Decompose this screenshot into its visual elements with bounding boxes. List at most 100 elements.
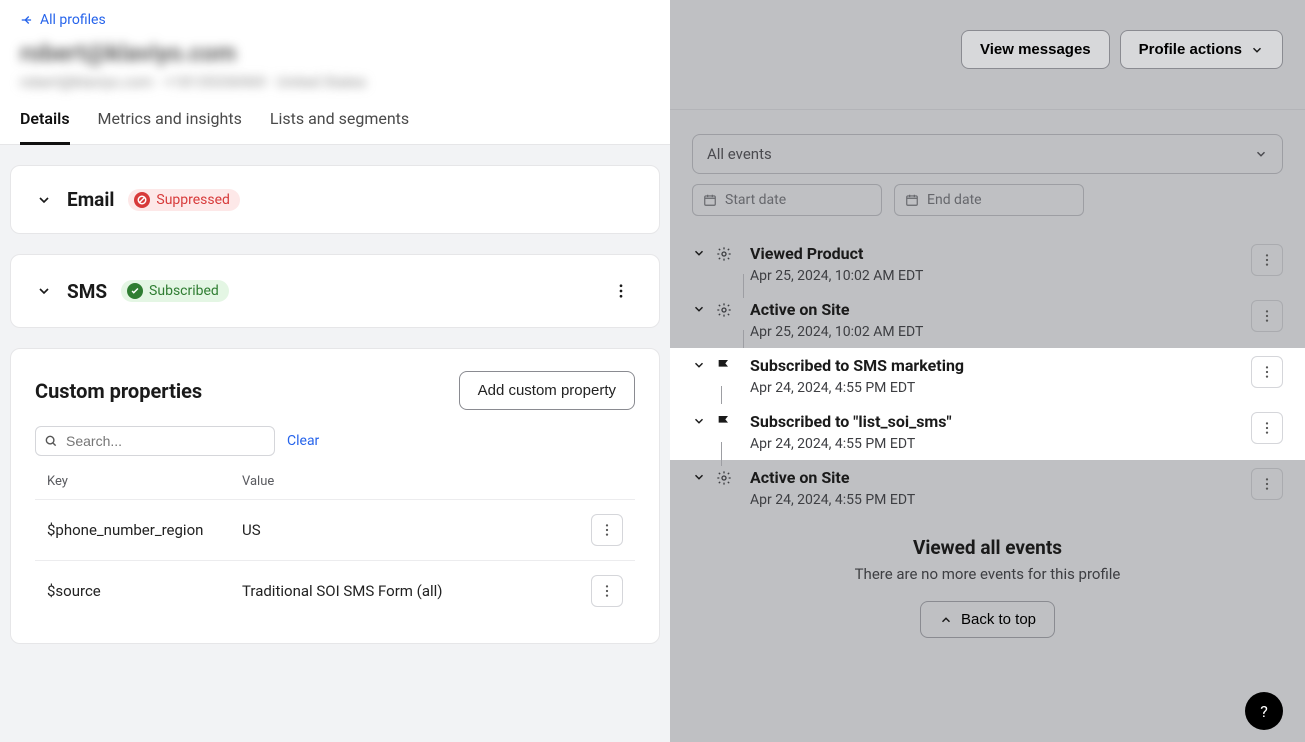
event-type-icon [716, 246, 732, 262]
events-end-title: Viewed all events [692, 536, 1283, 559]
event-timestamp: Apr 25, 2024, 10:02 AM EDT [750, 324, 1251, 340]
tab-lists[interactable]: Lists and segments [270, 109, 409, 145]
event-collapse-toggle[interactable] [692, 246, 706, 260]
email-channel-label: Email [67, 188, 114, 211]
event-more-button[interactable] [1251, 468, 1283, 500]
custom-properties-card: Custom properties Add custom property Cl… [10, 348, 660, 644]
flag-icon [716, 414, 732, 430]
event-collapse-toggle[interactable] [692, 414, 706, 428]
gear-icon [716, 470, 732, 486]
chevron-up-icon [939, 613, 953, 627]
event-filter-dropdown[interactable]: All events [692, 134, 1283, 174]
event-collapse-toggle[interactable] [692, 302, 706, 316]
tab-details[interactable]: Details [20, 109, 70, 145]
event-type-icon [716, 470, 732, 486]
event-row: Active on Site Apr 25, 2024, 10:02 AM EDT [692, 292, 1283, 348]
chevron-down-icon [36, 192, 52, 208]
back-to-top-button[interactable]: Back to top [920, 601, 1055, 638]
dots-vertical-icon [1259, 308, 1275, 324]
event-row: Active on Site Apr 24, 2024, 4:55 PM EDT [692, 460, 1283, 516]
event-title: Viewed Product [750, 242, 1251, 266]
calendar-icon [703, 193, 717, 207]
property-row-more-button[interactable] [591, 575, 623, 607]
event-title: Active on Site [750, 298, 1251, 322]
event-type-icon [716, 302, 732, 318]
property-key: $phone_number_region [47, 521, 242, 539]
end-date-input[interactable]: End date [894, 184, 1084, 216]
chevron-down-icon [692, 358, 706, 372]
sms-status-badge: Subscribed [121, 280, 229, 302]
suppressed-icon [134, 192, 150, 208]
custom-property-search-input[interactable] [64, 432, 266, 450]
profile-subtitle: robert@klaviyo.com · +18135336969 · Unit… [20, 73, 650, 91]
sms-channel-label: SMS [67, 280, 107, 303]
flag-icon [716, 358, 732, 374]
event-row: Subscribed to "list_soi_sms" Apr 24, 2024… [670, 404, 1305, 460]
profile-actions-button[interactable]: Profile actions [1120, 30, 1283, 69]
email-channel-card: Email Suppressed [10, 165, 660, 234]
event-more-button[interactable] [1251, 300, 1283, 332]
chevron-down-icon [1254, 147, 1268, 161]
add-custom-property-button[interactable]: Add custom property [459, 371, 635, 410]
gear-icon [716, 246, 732, 262]
custom-properties-title: Custom properties [35, 379, 202, 403]
col-header-value: Value [242, 474, 623, 489]
property-row: $source Traditional SOI SMS Form (all) [35, 561, 635, 621]
chevron-down-icon [692, 470, 706, 484]
clear-search-link[interactable]: Clear [287, 433, 319, 449]
sms-channel-card: SMS Subscribed [10, 254, 660, 328]
start-date-input[interactable]: Start date [692, 184, 882, 216]
event-collapse-toggle[interactable] [692, 470, 706, 484]
event-more-button[interactable] [1251, 412, 1283, 444]
dots-vertical-icon [612, 282, 630, 300]
dots-vertical-icon [1259, 420, 1275, 436]
view-messages-button[interactable]: View messages [961, 30, 1110, 69]
event-type-icon [716, 358, 732, 374]
chevron-down-icon [692, 302, 706, 316]
property-value: Traditional SOI SMS Form (all) [242, 582, 583, 600]
col-header-key: Key [47, 474, 242, 489]
event-collapse-toggle[interactable] [692, 358, 706, 372]
property-key: $source [47, 582, 242, 600]
event-timestamp: Apr 24, 2024, 4:55 PM EDT [750, 436, 1251, 452]
dots-vertical-icon [1259, 476, 1275, 492]
help-button[interactable]: ? [1245, 692, 1283, 730]
event-more-button[interactable] [1251, 356, 1283, 388]
search-icon [44, 434, 58, 448]
event-filter-label: All events [707, 145, 772, 163]
property-value: US [242, 521, 583, 539]
property-row-more-button[interactable] [591, 514, 623, 546]
event-timestamp: Apr 24, 2024, 4:55 PM EDT [750, 492, 1251, 508]
back-all-profiles-link[interactable]: All profiles [20, 12, 106, 28]
event-type-icon [716, 414, 732, 430]
dots-vertical-icon [599, 583, 615, 599]
chevron-down-icon [36, 283, 52, 299]
sms-collapse-toggle[interactable] [35, 283, 53, 299]
dots-vertical-icon [1259, 364, 1275, 380]
email-collapse-toggle[interactable] [35, 192, 53, 208]
gear-icon [716, 302, 732, 318]
sms-more-button[interactable] [607, 277, 635, 305]
custom-property-search[interactable] [35, 426, 275, 456]
event-more-button[interactable] [1251, 244, 1283, 276]
event-timestamp: Apr 25, 2024, 10:02 AM EDT [750, 268, 1251, 284]
event-title: Subscribed to SMS marketing [750, 354, 1251, 378]
event-timestamp: Apr 24, 2024, 4:55 PM EDT [750, 380, 1251, 396]
dots-vertical-icon [599, 522, 615, 538]
event-row: Subscribed to SMS marketing Apr 24, 2024,… [670, 348, 1305, 404]
arrow-left-icon [20, 13, 34, 27]
events-end-subtitle: There are no more events for this profil… [692, 565, 1283, 583]
back-link-label: All profiles [40, 12, 106, 28]
property-row: $phone_number_region US [35, 500, 635, 561]
chevron-down-icon [692, 246, 706, 260]
calendar-icon [905, 193, 919, 207]
event-title: Active on Site [750, 466, 1251, 490]
chevron-down-icon [1250, 43, 1264, 57]
event-row: Viewed Product Apr 25, 2024, 10:02 AM EDT [692, 236, 1283, 292]
profile-email-title: robert@klaviyo.com [20, 38, 650, 69]
tab-metrics[interactable]: Metrics and insights [98, 109, 242, 145]
email-status-badge: Suppressed [128, 189, 240, 211]
dots-vertical-icon [1259, 252, 1275, 268]
event-title: Subscribed to "list_soi_sms" [750, 410, 1251, 434]
subscribed-check-icon [127, 283, 143, 299]
